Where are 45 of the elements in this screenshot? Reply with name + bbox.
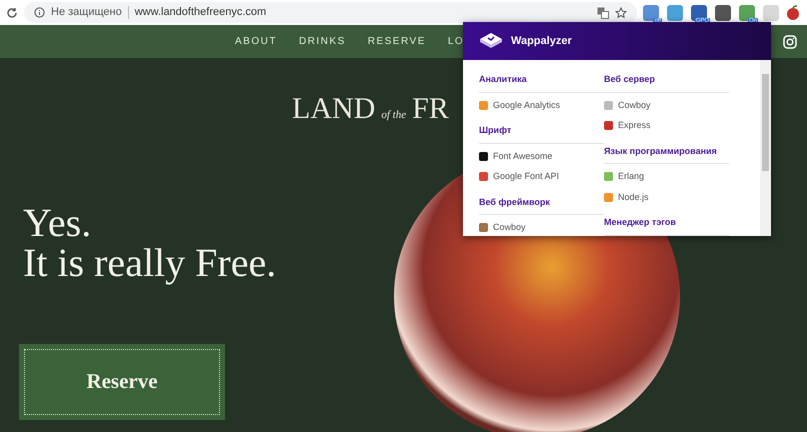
url-text: www.landofthefreenyc.com bbox=[134, 5, 266, 20]
app-name[interactable]: Erlang bbox=[618, 170, 644, 184]
instagram-icon[interactable] bbox=[783, 35, 797, 49]
app-name[interactable]: Express bbox=[618, 119, 651, 132]
address-bar[interactable]: Не защищено www.landofthefreenyc.com bbox=[24, 2, 637, 23]
logo-text: FR bbox=[412, 91, 449, 127]
category-heading: Аналитика bbox=[479, 73, 604, 92]
profile-icon[interactable] bbox=[785, 4, 801, 20]
category-heading: Веб фреймворк bbox=[479, 196, 604, 215]
app-logo-icon bbox=[604, 192, 613, 202]
headline: Yes. bbox=[22, 203, 92, 243]
app-name[interactable]: Font Awesome bbox=[493, 150, 552, 163]
app-logo-icon bbox=[604, 121, 613, 130]
info-icon[interactable] bbox=[34, 7, 45, 18]
app-name[interactable]: Cowboy bbox=[493, 221, 526, 234]
app-name[interactable]: Google Font API bbox=[493, 170, 560, 184]
nav-link[interactable]: LO bbox=[448, 34, 464, 49]
reload-icon[interactable] bbox=[6, 6, 18, 18]
app-name[interactable]: Node.js bbox=[618, 190, 649, 204]
category-heading: Язык программирования bbox=[604, 144, 729, 164]
app-logo-icon bbox=[479, 152, 488, 161]
nav-link[interactable]: RESERVE bbox=[368, 34, 426, 49]
nav-link[interactable]: ABOUT bbox=[235, 34, 277, 49]
logo-text: of the bbox=[381, 108, 406, 123]
category-heading: Веб сервер bbox=[604, 73, 729, 92]
nav-link[interactable]: DRINKS bbox=[298, 34, 346, 49]
app-logo-icon bbox=[479, 100, 488, 110]
app-name[interactable]: Google Analytics bbox=[493, 98, 560, 112]
star-icon[interactable] bbox=[615, 6, 627, 18]
reserve-button[interactable]: Reserve bbox=[19, 344, 225, 420]
logo-text: LAND bbox=[292, 91, 376, 127]
app-logo-icon bbox=[604, 172, 613, 182]
scrollbar[interactable] bbox=[760, 60, 771, 236]
security-label: Не защищено bbox=[51, 5, 122, 20]
app-logo-icon bbox=[479, 223, 488, 232]
app-name[interactable]: Cowboy bbox=[618, 98, 651, 112]
extension-icon[interactable] bbox=[715, 4, 731, 20]
translate-icon[interactable] bbox=[597, 6, 609, 18]
popup-title: Wappalyzer bbox=[511, 34, 572, 49]
app-logo-icon bbox=[479, 172, 488, 182]
category-heading: Менеджер тэгов bbox=[604, 216, 729, 236]
category-heading: Шрифт bbox=[479, 124, 604, 144]
app-logo-icon bbox=[604, 100, 613, 110]
cube-logo-icon bbox=[479, 32, 503, 50]
headline: It is really Free. bbox=[22, 243, 276, 283]
